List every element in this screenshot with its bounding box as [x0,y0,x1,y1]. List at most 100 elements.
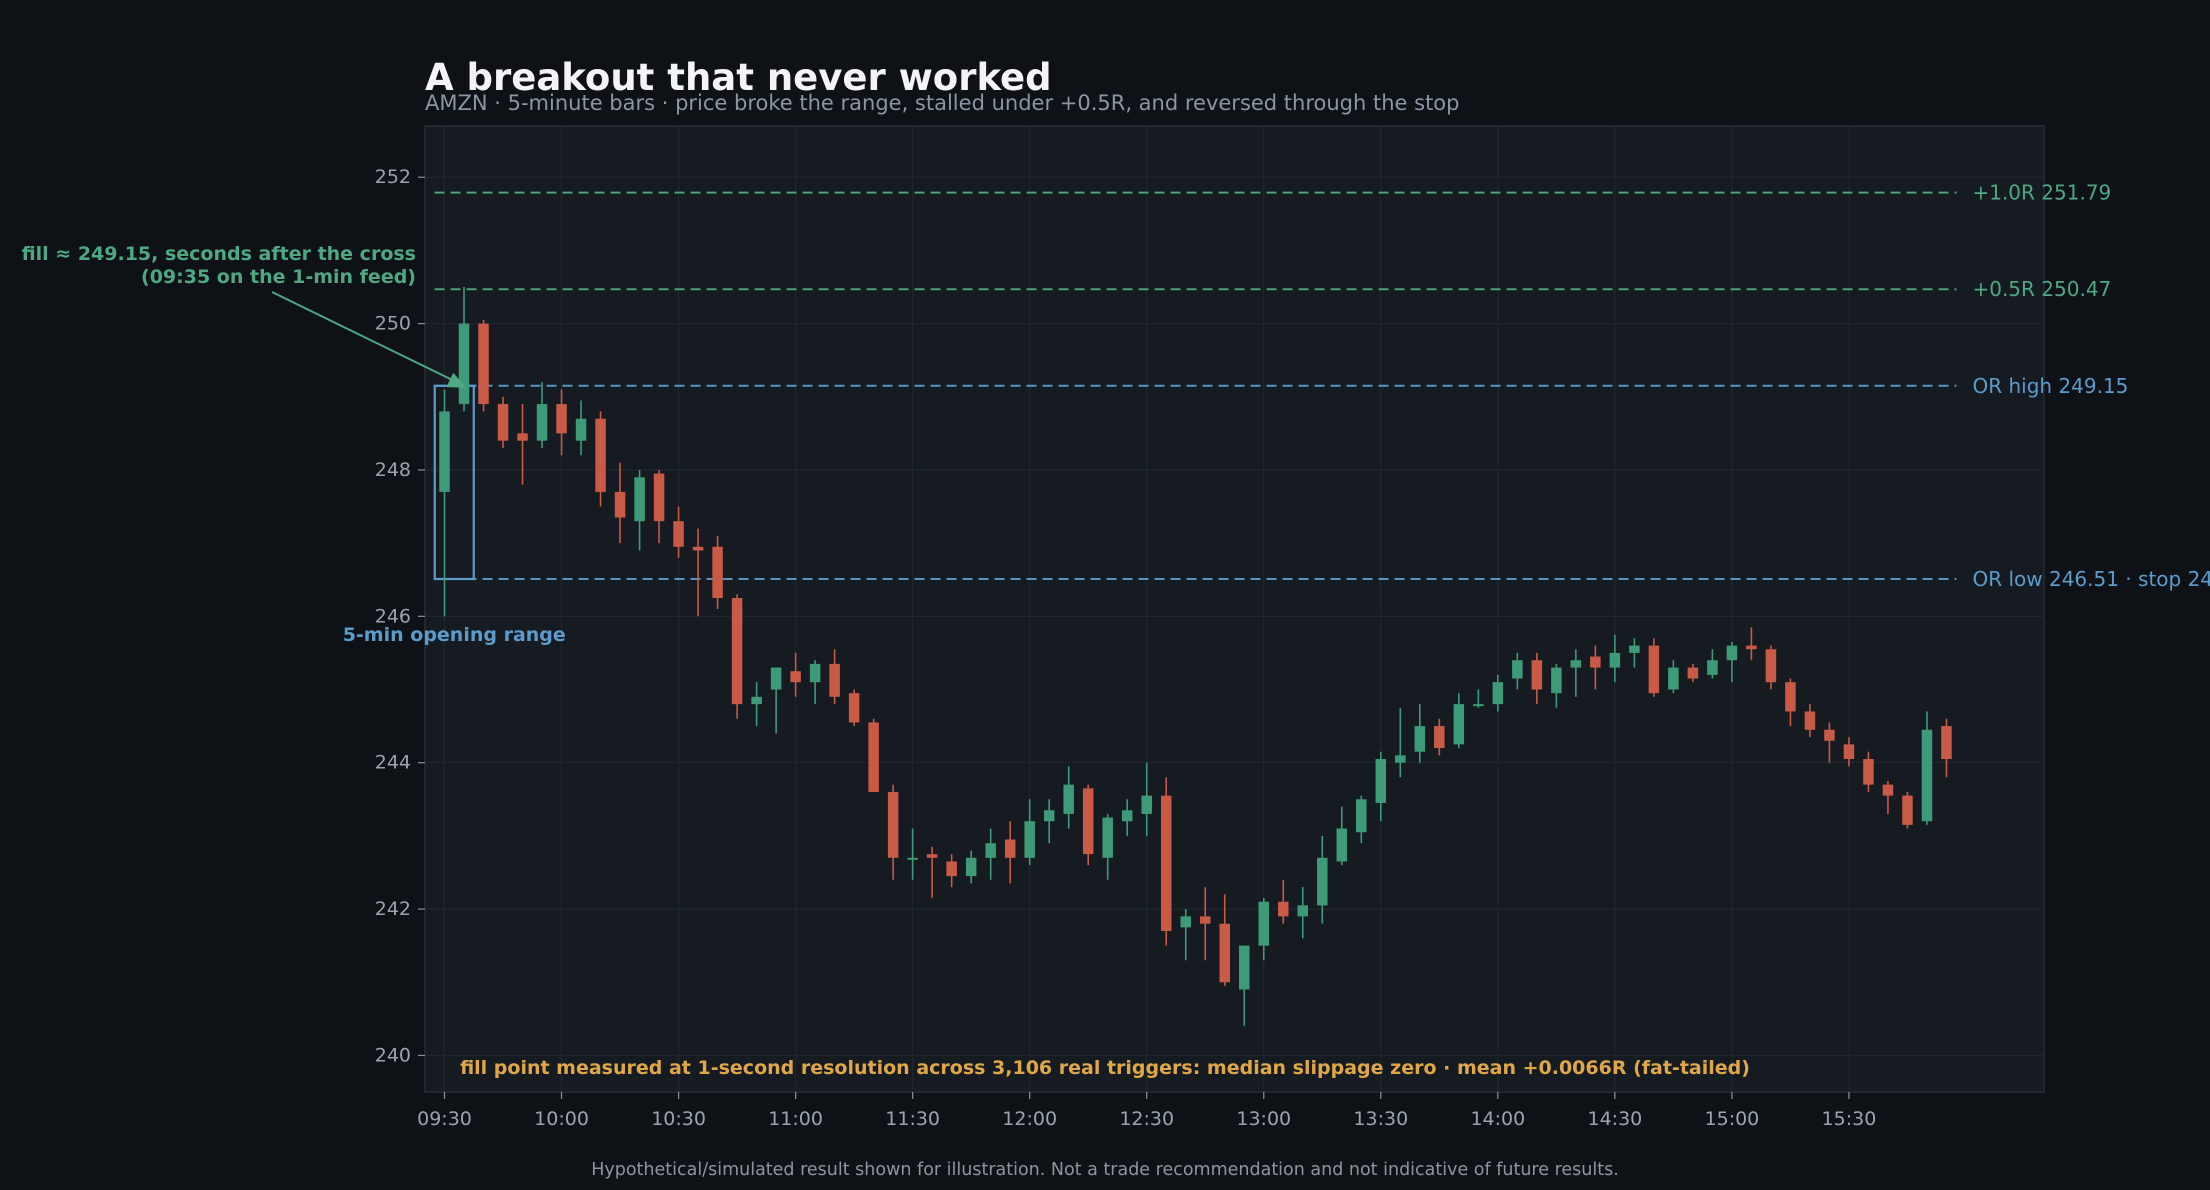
candle-body [1141,795,1152,814]
y-tick-label: 250 [375,313,411,335]
candle-body [1824,729,1835,741]
chart-subtitle: AMZN · 5-minute bars · price broke the r… [425,91,1460,115]
candle-body [1239,945,1250,990]
candle-body [1180,916,1191,928]
candle [478,319,489,412]
candle-body [1278,901,1289,917]
x-tick-label: 11:30 [885,1108,940,1130]
candle-body [1453,704,1465,745]
candle-body [926,854,938,858]
x-tick-label: 14:30 [1587,1108,1642,1130]
candle-body [1434,726,1445,749]
or-high-label: OR high 249.15 [1972,374,2128,398]
candle-body [614,491,626,518]
y-tick-label: 244 [375,752,411,774]
candle-body [1160,795,1172,931]
candle-body [692,546,704,551]
candle-body [1570,660,1582,668]
candle [1160,777,1172,946]
candle-body [712,546,723,599]
candle-body [887,791,899,858]
candle-body [1336,828,1348,862]
plus1R-label: +1.0R 251.79 [1972,181,2111,205]
candle-body [1531,660,1543,690]
candle-body [1785,682,1796,712]
candle-body [770,667,782,690]
candle-body [1199,916,1211,924]
candle [1648,638,1660,697]
disclaimer: Hypothetical/simulated result shown for … [591,1160,1619,1180]
x-tick-label: 12:30 [1119,1108,1174,1130]
candle-body [517,433,528,441]
candle-body [1726,645,1738,661]
candle-body [1219,923,1230,983]
candle-body [478,323,489,405]
x-tick-label: 15:30 [1822,1108,1877,1130]
candle-body [946,861,957,877]
chart-page: +1.0R 251.79 +0.5R 250.47 OR high 249.15 OR… [0,0,2210,1190]
candle-body [1804,711,1816,730]
x-tick-label: 14:00 [1470,1108,1525,1130]
candle-body [1882,784,1894,796]
candle-body [1395,755,1406,763]
candle-body [751,696,762,705]
x-tick-label: 09:30 [417,1108,472,1130]
candle-body [809,663,821,683]
candle-body [1082,788,1094,855]
candlestick-chart: +1.0R 251.79 +0.5R 250.47 OR high 249.15 OR… [0,0,2210,1190]
candle-body [731,598,743,705]
candle-body [790,671,801,683]
candle-body [1765,649,1777,683]
candle-body [1297,905,1309,917]
y-tick-label: 240 [375,1044,411,1066]
candle-body [1863,759,1874,785]
candle-body [575,418,587,441]
candle [497,396,509,448]
candle-body [653,473,665,522]
candle-body [1004,839,1016,858]
candle [848,689,860,727]
candle-body [848,693,860,723]
candle-body [1843,744,1855,760]
candle-body [458,323,470,405]
x-tick-label: 15:00 [1705,1108,1760,1130]
x-tick-label: 13:30 [1353,1108,1408,1130]
plus05R-label: +0.5R 250.47 [1972,277,2111,301]
candle-body [1551,667,1562,694]
candle-body [1941,726,1952,760]
candle-body [1746,645,1757,650]
x-tick-label: 11:00 [768,1108,823,1130]
footnote: fill point measured at 1-second resoluti… [460,1057,1750,1079]
candle-body [1121,810,1133,822]
candle-body [1317,857,1328,906]
candle-body [1512,660,1523,679]
candle-body [868,722,879,792]
candle-body [965,857,977,877]
candle [1902,791,1913,829]
candle [731,594,743,719]
candle-body [536,404,548,441]
candle-body [1668,667,1679,690]
candle-body [1043,810,1055,822]
candle-body [1258,901,1270,946]
x-tick-label: 13:00 [1236,1108,1291,1130]
candle-body [1414,726,1426,752]
candle-body [673,521,684,547]
candle-body [829,663,840,697]
candle-body [1375,759,1387,803]
candle-body [1921,729,1933,822]
candle-body [1707,660,1718,675]
plot-panel [424,125,2045,1093]
candle-body [1024,821,1035,858]
candle-body [1473,704,1484,707]
y-tick-label: 252 [375,166,411,188]
candle-body [595,418,606,492]
y-tick-label: 246 [375,605,411,627]
fill-annotation-text: (09:35 on the 1-min feed) [141,266,416,288]
candle-body [497,404,509,441]
candle [712,535,723,609]
candle-body [634,477,645,522]
candle-body [1648,645,1660,694]
candle-body [1902,795,1913,825]
y-tick-label: 248 [375,459,411,481]
